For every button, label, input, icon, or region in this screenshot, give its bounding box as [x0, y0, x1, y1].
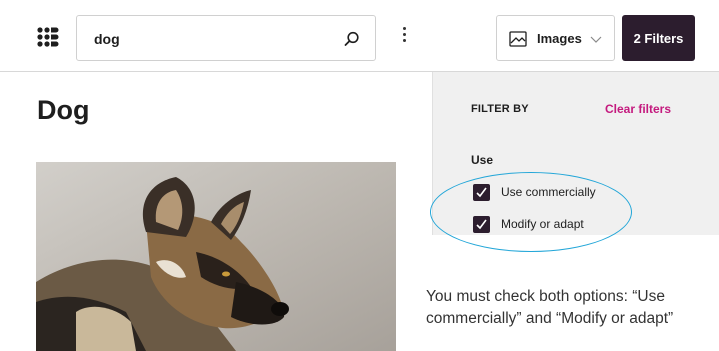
dog-photo-illustration — [36, 162, 396, 351]
instruction-line-1: You must check both options: “Use — [426, 288, 665, 305]
image-icon — [509, 31, 527, 47]
instruction-note: You must check both options: “Use commer… — [426, 286, 719, 330]
page-title: Dog — [37, 95, 90, 125]
media-type-label: Images — [537, 31, 582, 46]
search-icon[interactable] — [343, 30, 361, 48]
media-type-select[interactable]: Images — [496, 15, 615, 61]
filters-button[interactable]: 2 Filters — [622, 15, 695, 61]
search-value[interactable]: dog — [94, 31, 120, 47]
top-bar: dog Images 2 Filters — [0, 0, 719, 72]
highlight-annotation — [430, 172, 632, 252]
use-group-label: Use — [471, 153, 494, 167]
logo-icon[interactable] — [37, 27, 59, 49]
more-vertical-icon[interactable] — [396, 24, 412, 48]
clear-filters-link[interactable]: Clear filters — [605, 102, 671, 116]
search-input[interactable]: dog — [76, 15, 376, 61]
filter-heading: FILTER BY — [471, 103, 529, 115]
instruction-line-2: commercially” and “Modify or adapt” — [426, 310, 674, 327]
chevron-down-icon — [590, 36, 602, 43]
search-result-image[interactable] — [36, 162, 396, 351]
